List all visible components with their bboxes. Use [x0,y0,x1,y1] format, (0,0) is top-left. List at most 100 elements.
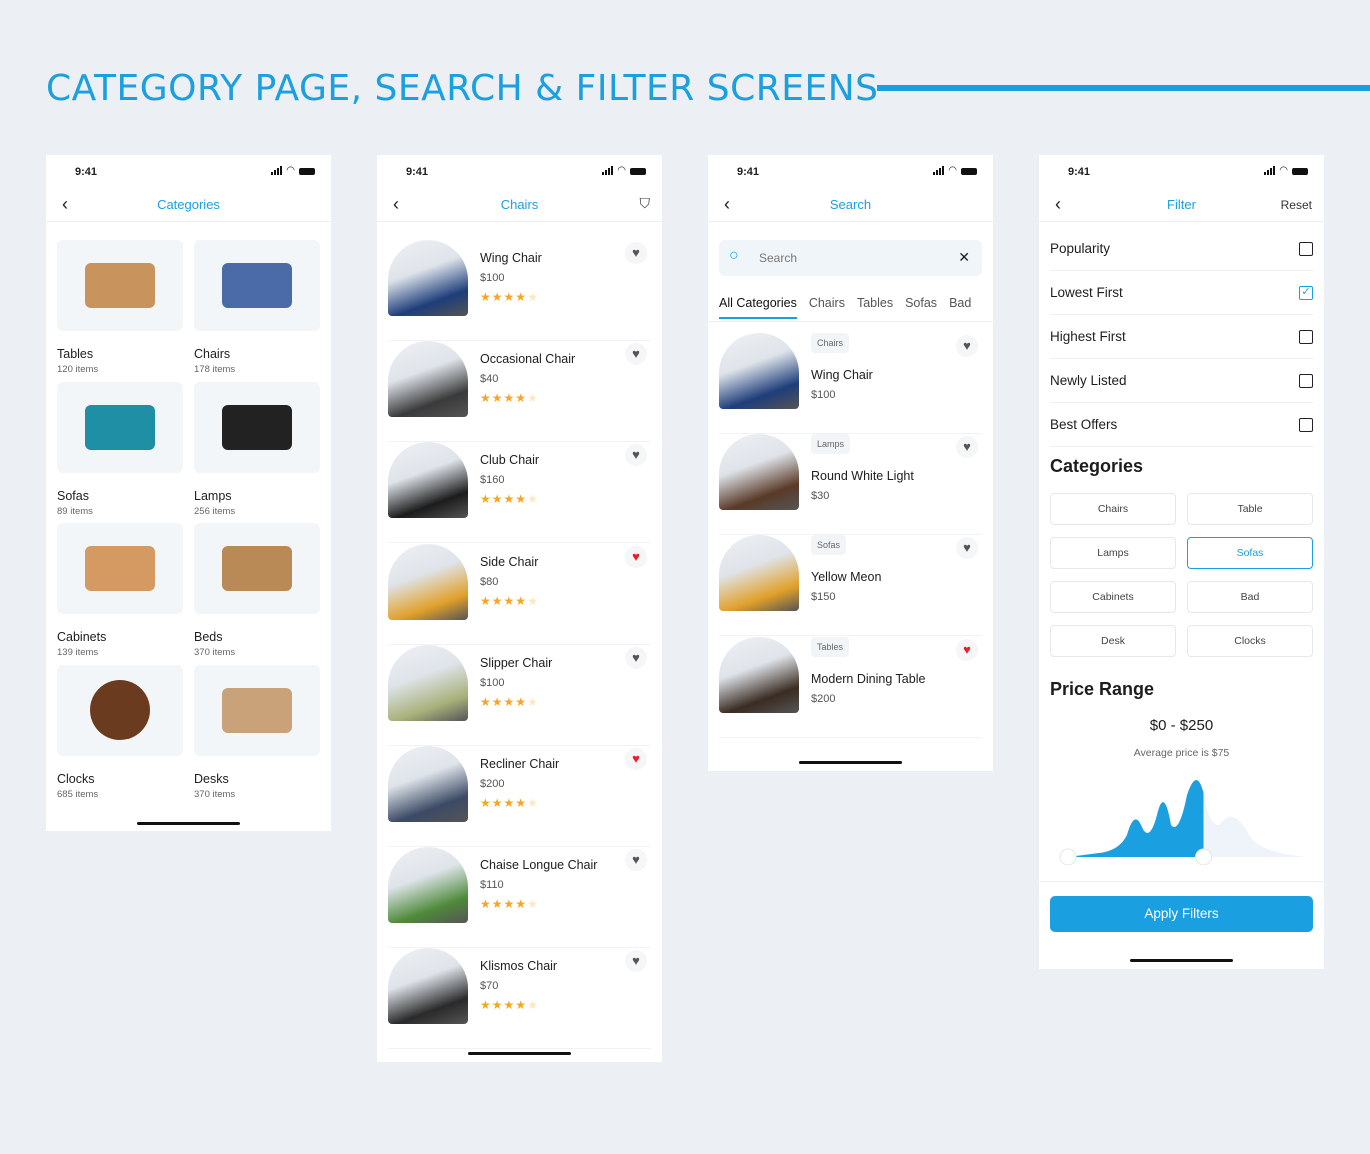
search-result-item[interactable]: Tables Modern Dining Table $200 ♥ [719,636,982,738]
category-count: 370 items [194,647,236,658]
status-bar: 9:41 ◠ [46,155,331,188]
clear-icon[interactable]: ✕ [958,249,970,266]
rating-stars: ★★★★★ [480,897,539,911]
checkbox[interactable] [1299,241,1313,256]
search-result-item[interactable]: Sofas Yellow Meon $150 ♥ [719,535,982,637]
product-item[interactable]: Slipper Chair $100 ★★★★★ ♥ [388,644,651,746]
product-name: Occasional Chair [480,352,576,367]
tab-tables[interactable]: Tables [857,296,893,319]
heart-icon[interactable]: ♥ [625,343,647,366]
category-chip-desk[interactable]: Desk [1050,625,1176,657]
category-chip-bad[interactable]: Bad [1187,581,1313,613]
slider-handle-max[interactable] [1195,848,1213,865]
category-tag: Lamps [811,434,851,455]
filter-search-icon[interactable]: ⛉ [640,195,651,212]
tab-all-categories[interactable]: All Categories [719,296,797,319]
checkbox[interactable] [1299,373,1313,388]
header-title: Categories [157,197,220,212]
checkbox-checked[interactable]: ✓ [1299,285,1313,300]
product-item[interactable]: Club Chair $160 ★★★★★ ♥ [388,442,651,544]
product-item[interactable]: Chaise Longue Chair $110 ★★★★★ ♥ [388,847,651,949]
heart-icon[interactable]: ♥ [956,436,978,459]
product-image [388,341,468,418]
status-time: 9:41 [75,166,98,178]
category-card-sofas[interactable]: Sofas 89 items [57,381,183,517]
product-image [719,535,799,612]
signal-icon [271,166,283,175]
star-filled-icon: ★ [515,492,528,507]
category-chip-table[interactable]: Table [1187,493,1313,525]
category-count: 370 items [194,788,236,800]
reset-button[interactable]: Reset [1281,198,1312,212]
heart-icon[interactable]: ♥ [625,444,647,467]
category-card-desks[interactable]: Desks 370 items [194,664,320,800]
product-item[interactable]: Wing Chair $100 ★★★★★ ♥ [388,240,651,341]
search-result-item[interactable]: Lamps Round White Light $30 ♥ [719,434,982,536]
star-filled-icon: ★ [515,897,528,912]
apply-filters-button[interactable]: Apply Filters [1050,896,1313,932]
tab-bad[interactable]: Bad [949,296,971,319]
heart-icon[interactable]: ♥ [625,242,647,264]
product-item[interactable]: Recliner Chair $200 ★★★★★ ♥ [388,746,651,847]
category-card-lamps[interactable]: Lamps 256 items [194,381,320,517]
heart-icon[interactable]: ♥ [625,950,647,973]
heart-icon[interactable]: ♥ [625,849,647,872]
sort-option[interactable]: Lowest First ✓ [1050,271,1313,315]
category-card-clocks[interactable]: Clocks 685 items [57,664,183,800]
category-chip-lamps[interactable]: Lamps [1050,537,1176,569]
category-chip-clocks[interactable]: Clocks [1187,625,1313,657]
product-price: $30 [811,490,830,503]
tab-sofas[interactable]: Sofas [905,296,937,319]
wifi-icon: ◠ [286,165,295,176]
sort-option[interactable]: Highest First [1050,315,1313,359]
battery-icon [630,168,646,175]
search-input[interactable]: ○ Search ✕ [719,240,982,276]
star-empty-icon: ★ [527,694,539,709]
product-price: $150 [811,591,836,604]
product-price: $70 [480,980,499,993]
rating-stars: ★★★★★ [480,998,539,1012]
sort-option[interactable]: Popularity [1050,227,1313,271]
home-indicator [1130,959,1233,962]
sort-option[interactable]: Newly Listed [1050,359,1313,403]
product-item[interactable]: Side Chair $80 ★★★★★ ♥ [388,543,651,645]
heart-icon[interactable]: ♥ [956,335,978,357]
heart-icon[interactable]: ♥ [625,545,647,568]
title-divider [877,85,1370,91]
product-name: Round White Light [811,469,914,484]
category-card-cabinets[interactable]: Cabinets 139 items [57,523,183,658]
star-filled-icon: ★ [515,694,528,709]
product-item[interactable]: Klismos Chair $70 ★★★★★ ♥ [388,948,651,1050]
checkbox[interactable] [1299,417,1313,432]
rating-stars: ★★★★★ [480,391,539,405]
sort-option-label: Highest First [1050,329,1126,344]
category-illustration [90,680,150,740]
home-indicator [468,1052,571,1055]
category-card-chairs[interactable]: Chairs 178 items [194,240,320,375]
product-image [719,636,799,713]
category-chip-sofas[interactable]: Sofas [1187,537,1313,569]
category-chip-cabinets[interactable]: Cabinets [1050,581,1176,613]
product-item[interactable]: Occasional Chair $40 ★★★★★ ♥ [388,341,651,443]
heart-icon[interactable]: ♥ [625,646,647,669]
sort-option[interactable]: Best Offers [1050,403,1313,447]
price-range-heading: Price Range [1050,679,1155,699]
heart-icon[interactable]: ♥ [956,537,978,560]
category-tabs: All Categories Chairs Tables Sofas Bad [719,296,971,319]
category-illustration [222,546,292,591]
heart-icon[interactable]: ♥ [956,638,978,661]
heart-icon[interactable]: ♥ [625,748,647,770]
slider-handle-min[interactable] [1059,848,1077,865]
star-filled-icon: ★ [480,796,492,810]
category-name: Lamps [194,488,232,503]
search-result-item[interactable]: Chairs Wing Chair $100 ♥ [719,333,982,434]
category-image [57,381,183,473]
tab-chairs[interactable]: Chairs [809,296,845,319]
category-chip-chairs[interactable]: Chairs [1050,493,1176,525]
status-icons: ◠ [1264,166,1308,176]
star-filled-icon: ★ [480,290,492,304]
category-card-tables[interactable]: Tables 120 items [57,240,183,375]
checkbox[interactable] [1299,329,1313,344]
star-filled-icon: ★ [515,796,528,810]
category-card-beds[interactable]: Beds 370 items [194,523,320,658]
